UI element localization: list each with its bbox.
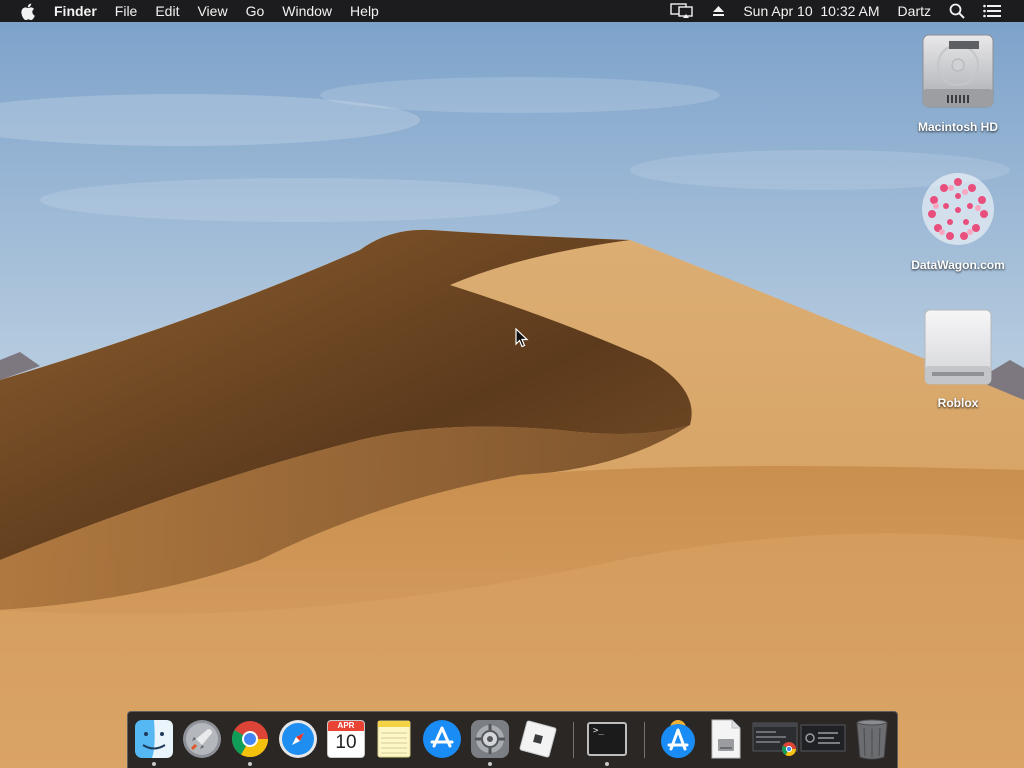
terminal-icon: >_ <box>587 722 627 756</box>
calendar-icon: APR 10 <box>328 721 364 757</box>
safari-compass-icon <box>279 720 317 758</box>
system-preferences-gear-icon <box>471 720 509 758</box>
dock-calendar[interactable]: APR 10 <box>325 718 367 760</box>
desktop-icon-macintosh-hd[interactable]: Macintosh HD <box>903 32 1013 134</box>
disk-image-document-icon <box>711 719 741 759</box>
finder-icon <box>135 720 173 758</box>
spotlight-search-icon[interactable] <box>940 0 974 22</box>
dock-terminal[interactable]: >_ <box>586 718 628 766</box>
eject-icon[interactable] <box>703 0 734 22</box>
roblox-icon <box>519 720 557 758</box>
dock-separator <box>644 722 645 758</box>
calendar-day: 10 <box>335 732 357 753</box>
menu-edit[interactable]: Edit <box>146 0 188 22</box>
dock-separator <box>573 722 574 758</box>
external-drive-icon <box>920 308 996 386</box>
menu-app-name[interactable]: Finder <box>45 0 106 22</box>
menu-view[interactable]: View <box>188 0 236 22</box>
apple-logo-icon[interactable] <box>0 3 45 20</box>
notes-icon <box>377 720 411 758</box>
menu-go[interactable]: Go <box>237 0 274 22</box>
trash-icon <box>856 719 888 760</box>
chrome-icon <box>231 721 268 758</box>
running-indicator <box>488 762 492 766</box>
running-indicator <box>248 762 252 766</box>
desktop-icon-datawagon[interactable]: DataWagon.com <box>903 170 1013 272</box>
minimized-window-chrome-icon <box>752 722 798 756</box>
app-store-icon <box>423 720 461 758</box>
dock-launchpad[interactable] <box>181 718 223 760</box>
applications-folder-icon <box>661 720 695 758</box>
desktop-icon-roblox[interactable]: Roblox <box>903 308 1013 410</box>
menu-clock[interactable]: Sun Apr 10 10:32 AM <box>734 0 888 22</box>
running-indicator <box>605 762 609 766</box>
hard-drive-icon <box>920 32 996 110</box>
desktop-icon-label: Roblox <box>937 396 979 410</box>
dock-safari[interactable] <box>277 718 319 760</box>
dock-notes[interactable] <box>373 718 415 760</box>
menu-user-name[interactable]: Dartz <box>889 0 940 22</box>
dock-minimized-window-2[interactable] <box>800 718 846 760</box>
dock: APR 10 >_ <box>127 711 898 768</box>
menu-window[interactable]: Window <box>273 0 341 22</box>
airplay-display-icon[interactable] <box>661 0 703 22</box>
minimized-window-icon <box>800 724 846 752</box>
pink-floral-pattern-icon <box>920 170 996 248</box>
desktop-icon-label: Macintosh HD <box>917 120 998 134</box>
dock-roblox[interactable] <box>517 718 559 760</box>
dock-app-store[interactable] <box>421 718 463 760</box>
dock-system-preferences[interactable] <box>469 718 511 766</box>
notification-center-icon[interactable] <box>974 0 1010 22</box>
calendar-month: APR <box>328 721 364 731</box>
launchpad-rocket-icon <box>183 720 221 758</box>
terminal-prompt: >_ <box>593 726 604 736</box>
mouse-pointer-icon <box>515 327 529 353</box>
running-indicator <box>152 762 156 766</box>
dock-applications-folder[interactable] <box>657 718 699 760</box>
menu-help[interactable]: Help <box>341 0 388 22</box>
dock-chrome[interactable] <box>229 718 271 766</box>
dock-trash[interactable] <box>851 718 893 760</box>
desktop-icon-label: DataWagon.com <box>911 258 1005 272</box>
dock-minimized-window-1[interactable] <box>752 718 798 760</box>
desktop-wallpaper <box>0 0 1024 768</box>
menu-file[interactable]: File <box>106 0 147 22</box>
menu-bar: Finder File Edit View Go Window Help Sun… <box>0 0 1024 22</box>
dock-disk-image[interactable] <box>705 718 747 760</box>
dock-finder[interactable] <box>133 718 175 766</box>
